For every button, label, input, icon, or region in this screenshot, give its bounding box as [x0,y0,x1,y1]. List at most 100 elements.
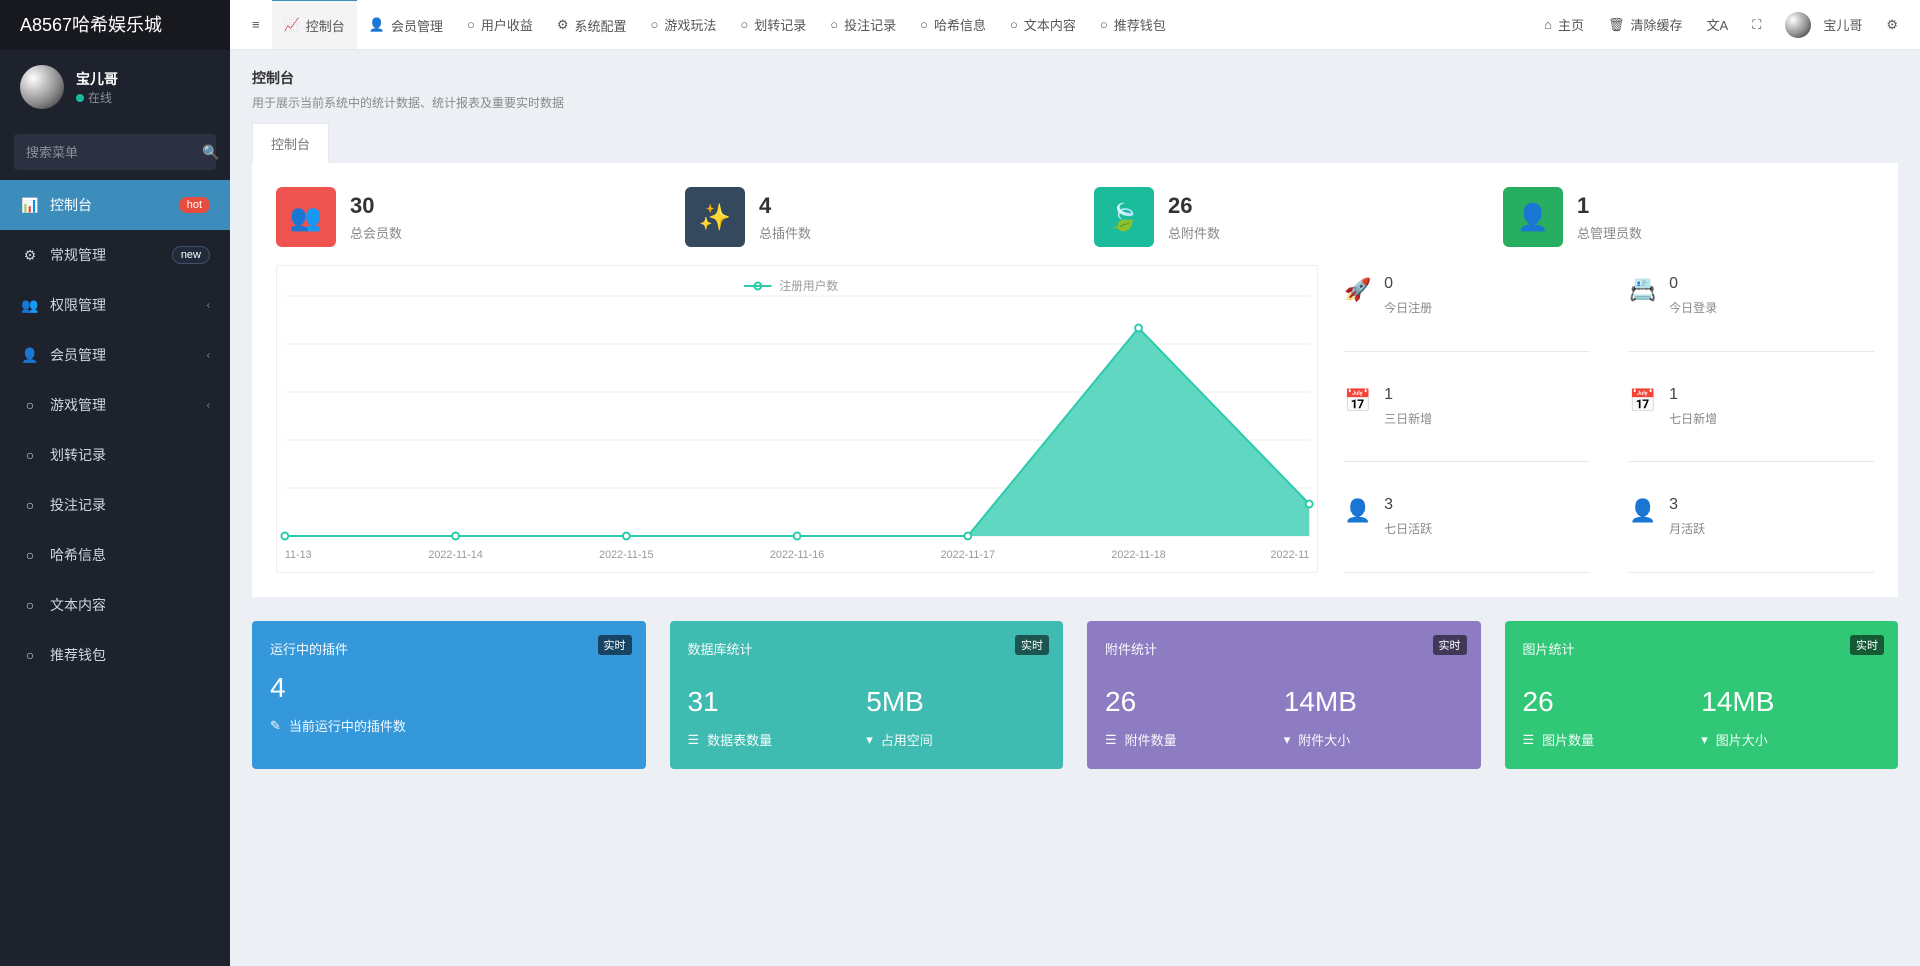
info-card-1[interactable]: 实时 数据库统计 31 ☰数据表数量 5MB ▾占用空间 [670,621,1064,769]
card-left-value: 26 [1523,686,1702,718]
mini-stats: 🚀 0 今日注册 📇 0 今日登录 📅 1 三日新增 📅 1 七日新增 [1344,265,1874,573]
sidebar-item-label: 划转记录 [50,445,106,465]
mini-icon: 🚀 [1344,277,1372,303]
card-right-value: 5MB [866,686,1045,718]
menu-toggle-button[interactable]: ≡ [240,0,272,50]
fullscreen-button[interactable]: ⛶ [1740,0,1773,50]
sidebar-user[interactable]: 宝儿哥 在线 [0,50,230,124]
stat-card-1: ✨ 4 总插件数 [685,187,1056,247]
svg-text:注册用户数: 注册用户数 [779,279,838,293]
sidebar-item-9[interactable]: ○推荐钱包 [0,630,230,680]
db-icon: ☰ [1105,732,1117,748]
translate-icon: 文A [1707,15,1729,34]
sidebar-item-1[interactable]: ⚙常规管理new [0,230,230,280]
settings-button[interactable]: ⚙ [1874,0,1910,50]
svg-text:2022-11-18: 2022-11-18 [1111,549,1165,561]
mini-icon: 📅 [1344,388,1372,414]
top-tab-6[interactable]: ○投注记录 [818,0,908,50]
card-foot: ✎当前运行中的插件数 [270,716,628,735]
home-label: 主页 [1558,15,1584,34]
home-button[interactable]: ⌂主页 [1532,0,1596,50]
stat-card-2: 🍃 26 总附件数 [1094,187,1465,247]
top-tab-4[interactable]: ○游戏玩法 [639,0,729,50]
top-tab-label: 推荐钱包 [1114,15,1166,34]
circle-icon: ○ [1100,17,1108,32]
svg-text:2022-11-15: 2022-11-15 [599,549,653,561]
sidebar-item-5[interactable]: ○ 划转记录 [0,430,230,480]
circle-icon: ○ [20,597,40,613]
language-button[interactable]: 文A [1695,0,1741,50]
top-tab-label: 哈希信息 [934,15,986,34]
card-value: 4 [270,672,628,704]
mini-value: 0 [1384,275,1432,293]
circle-icon: ○ [20,397,40,413]
sidebar-item-2[interactable]: 👥权限管理‹ [0,280,230,330]
card-title: 图片统计 [1523,639,1881,658]
sidebar-item-8[interactable]: ○文本内容 [0,580,230,630]
card-title: 附件统计 [1105,639,1463,658]
top-tab-3[interactable]: ⚙ 系统配置 [545,0,639,50]
top-tab-1[interactable]: 👤会员管理 [357,0,455,50]
cog-icon: ⚙ [557,17,569,33]
top-tab-9[interactable]: ○ 推荐钱包 [1088,0,1178,50]
sidebar-item-4[interactable]: ○游戏管理‹ [0,380,230,430]
card-title: 数据库统计 [688,639,1046,658]
search-input[interactable] [26,145,202,160]
bars-icon: ≡ [252,17,260,32]
sidebar-item-7[interactable]: ○哈希信息 [0,530,230,580]
chart-row: 11-132022-11-142022-11-152022-11-162022-… [276,265,1874,573]
page-title: 控制台 [252,68,1898,88]
search-icon[interactable]: 🔍 [202,144,219,161]
card-left-foot: ☰图片数量 [1523,730,1702,749]
top-tab-label: 游戏玩法 [664,15,716,34]
tab-dashboard[interactable]: 控制台 [252,123,329,163]
mini-stat-2: 📅 1 三日新增 [1344,376,1589,463]
info-card-0[interactable]: 实时 运行中的插件 4 ✎当前运行中的插件数 [252,621,646,769]
top-tab-label: 投注记录 [844,15,896,34]
sidebar-item-label: 游戏管理 [50,395,106,415]
sidebar-item-0[interactable]: 📊控制台hot [0,180,230,230]
mini-label: 七日新增 [1669,410,1717,427]
top-tab-0[interactable]: 📈控制台 [272,0,357,49]
top-tab-label: 系统配置 [575,16,627,35]
mini-value: 1 [1669,386,1717,404]
mini-icon: 📅 [1629,388,1657,414]
sidebar-item-label: 推荐钱包 [50,645,106,665]
svg-text:2022-11: 2022-11 [1271,549,1310,561]
info-card-2[interactable]: 实时 附件统计 26 ☰附件数量 14MB ▾附件大小 [1087,621,1481,769]
sidebar-item-6[interactable]: ○投注记录 [0,480,230,530]
top-tab-8[interactable]: ○文本内容 [998,0,1088,50]
clear-cache-button[interactable]: 🗑清除缓存 [1596,0,1695,50]
circle-icon: ○ [920,17,928,32]
sidebar-item-label: 常规管理 [50,245,106,265]
sidebar-item-label: 哈希信息 [50,545,106,565]
sidebar-item-label: 会员管理 [50,345,106,365]
sidebar-item-3[interactable]: 👤会员管理‹ [0,330,230,380]
card-left-value: 31 [688,686,867,718]
line-chart: 11-132022-11-142022-11-152022-11-162022-… [277,274,1317,564]
card-right-foot: ▾图片大小 [1701,730,1880,749]
mini-stat-4: 👤 3 七日活跃 [1344,486,1589,573]
topbar-user[interactable]: 宝儿哥 [1773,0,1874,50]
mini-label: 月活跃 [1669,520,1705,537]
stat-label: 总会员数 [350,223,402,242]
info-card-3[interactable]: 实时 图片统计 26 ☰图片数量 14MB ▾图片大小 [1505,621,1899,769]
top-tab-7[interactable]: ○ 哈希信息 [908,0,998,50]
mini-stat-5: 👤 3 月活跃 [1629,486,1874,573]
stats-row: 👥 30 总会员数 ✨ 4 总插件数 🍃 26 总附件数 👤 1 总管理员数 [276,187,1874,247]
circle-icon: ○ [20,447,40,463]
svg-text:2022-11-14: 2022-11-14 [428,549,482,561]
top-tab-5[interactable]: ○划转记录 [728,0,818,50]
card-left-foot: ☰数据表数量 [688,730,867,749]
avatar [20,65,64,109]
page-header: 控制台 用于展示当前系统中的统计数据、统计报表及重要实时数据 [230,50,1920,123]
top-tab-2[interactable]: ○用户收益 [455,0,545,50]
mini-icon: 👤 [1629,498,1657,524]
top-tab-label: 划转记录 [754,15,806,34]
expand-icon: ⛶ [1752,17,1761,33]
circle-icon: ○ [1010,17,1018,32]
mini-value: 0 [1669,275,1717,293]
topbar-user-name: 宝儿哥 [1823,15,1862,34]
chevron-left-icon: ‹ [207,300,210,311]
stat-icon: ✨ [685,187,745,247]
